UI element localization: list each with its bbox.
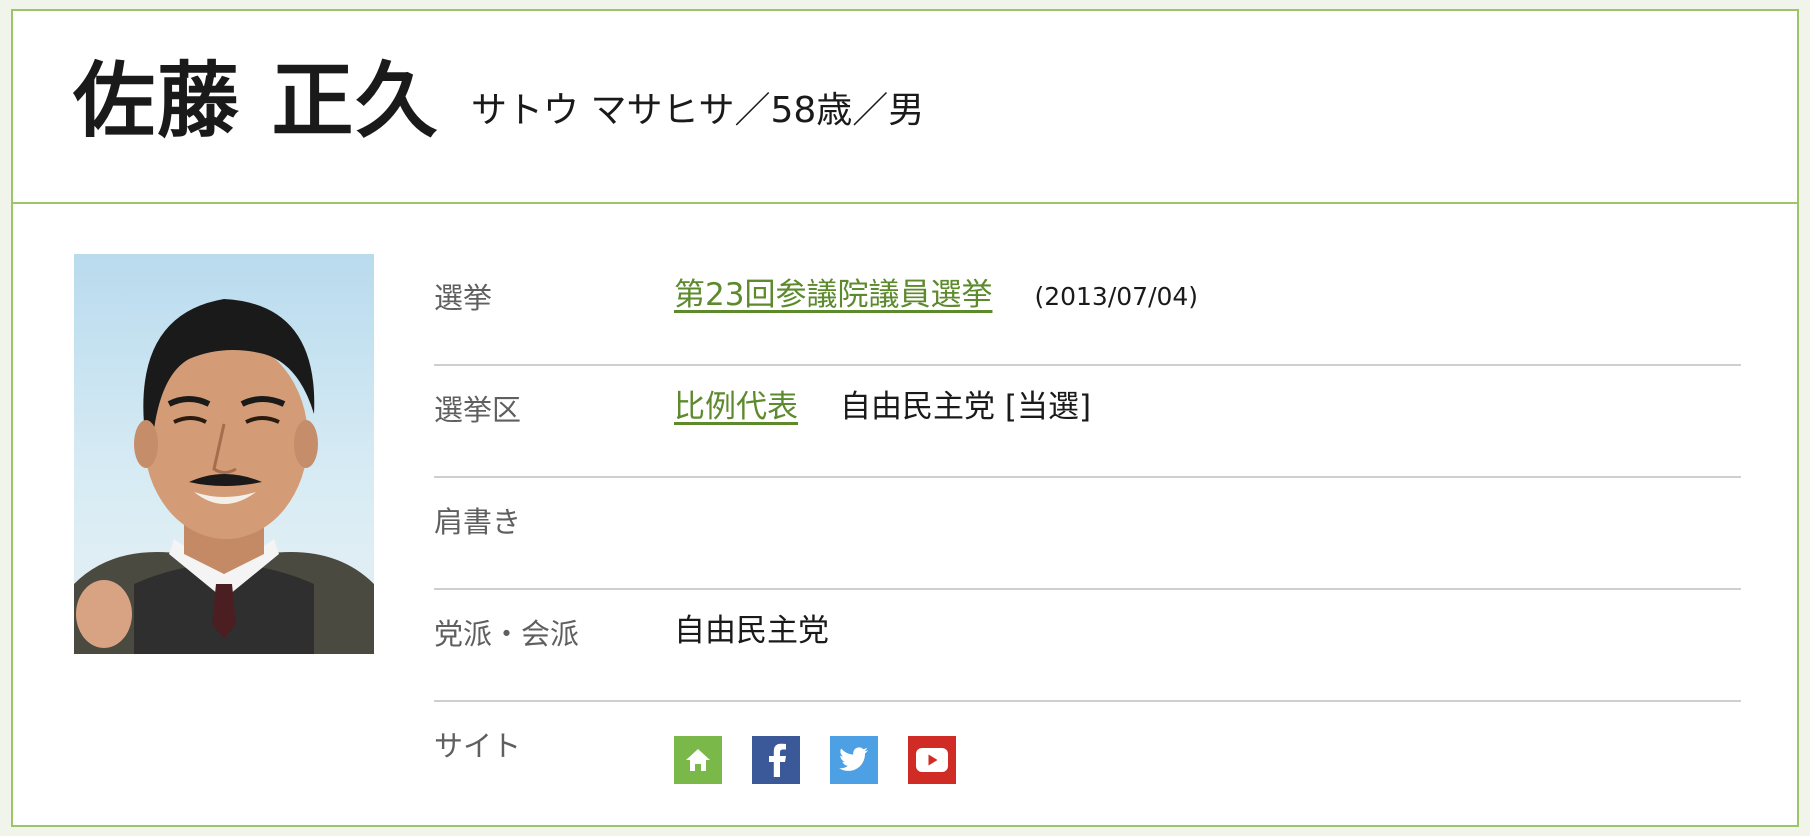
district-label: 選挙区 (434, 393, 522, 427)
district-result: 自由民主党 [当選] (840, 389, 1092, 425)
candidate-kana-age-gender: サトウ マサヒサ／58歳／男 (471, 90, 925, 131)
candidate-photo (74, 254, 374, 654)
party-row: 党派・会派 自由民主党 (434, 590, 1741, 702)
party-value: 自由民主党 (674, 613, 829, 649)
site-icons (674, 736, 956, 784)
facebook-icon[interactable] (752, 736, 800, 784)
election-link[interactable]: 第23回参議院議員選挙 (674, 280, 992, 311)
candidate-header: 佐藤 正久 サトウ マサヒサ／58歳／男 (13, 11, 1797, 204)
election-row: 選挙 第23回参議院議員選挙 (2013/07/04) (434, 254, 1741, 366)
title-row: 肩書き (434, 478, 1741, 590)
party-label: 党派・会派 (434, 617, 580, 651)
title-label: 肩書き (434, 505, 522, 539)
election-label: 選挙 (434, 281, 493, 315)
twitter-icon[interactable] (830, 736, 878, 784)
home-icon[interactable] (674, 736, 722, 784)
youtube-icon[interactable] (908, 736, 956, 784)
candidate-card: 佐藤 正久 サトウ マサヒサ／58歳／男 選挙 第23回参議院議員選挙 (201… (11, 9, 1799, 827)
candidate-name: 佐藤 正久 (73, 54, 440, 149)
site-label: サイト (434, 729, 522, 763)
district-link[interactable]: 比例代表 (674, 392, 798, 423)
district-value: 比例代表 自由民主党 [当選] (674, 392, 1091, 423)
site-row: サイト (434, 702, 1741, 814)
election-date: (2013/07/04) (1034, 282, 1199, 311)
candidate-details: 選挙 第23回参議院議員選挙 (2013/07/04) 選挙区 比例代表 自由民… (434, 254, 1741, 814)
district-row: 選挙区 比例代表 自由民主党 [当選] (434, 366, 1741, 478)
election-value: 第23回参議院議員選挙 (2013/07/04) (674, 280, 1198, 311)
